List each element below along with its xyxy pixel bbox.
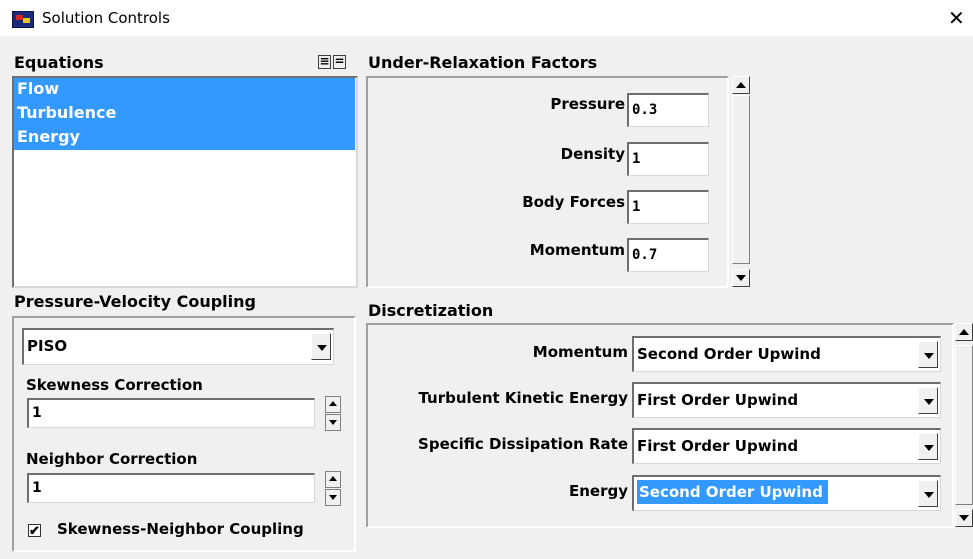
title-bar: Solution Controls ✕ [0,0,973,36]
scroll-thumb[interactable] [955,345,973,505]
urf-scrollbar[interactable] [731,76,751,288]
pv-scheme-value: PISO [27,337,68,355]
sdr-scheme-label: Specific Dissipation Rate [418,435,628,453]
neighbor-correction-label: Neighbor Correction [26,450,198,468]
deselect-all-icon[interactable]: = [333,55,346,69]
scroll-down-icon[interactable] [732,269,750,287]
skewness-stepper[interactable] [325,396,341,432]
pressure-label: Pressure [550,95,625,113]
density-label: Density [560,145,625,163]
body-forces-label: Body Forces [522,193,625,211]
list-item-turbulence[interactable]: Turbulence [14,102,355,126]
tke-scheme-label: Turbulent Kinetic Energy [418,389,628,407]
stepper-down-icon[interactable] [325,414,341,431]
chevron-down-icon[interactable] [311,333,331,360]
coupling-checkbox[interactable]: ✔ [28,524,41,537]
density-input[interactable]: 1 [627,142,709,176]
skewness-correction-input[interactable]: 1 [27,398,315,428]
pressure-input[interactable]: 0.3 [627,93,709,127]
energy-scheme-label: Energy [568,482,628,500]
scroll-up-icon[interactable] [955,323,973,341]
stepper-up-icon[interactable] [325,396,341,413]
equations-list[interactable]: Flow Turbulence Energy [12,76,358,288]
select-all-icon[interactable]: ≡ [318,55,331,69]
fluent-app-icon [12,11,34,28]
scroll-thumb[interactable] [732,95,750,264]
energy-scheme-dropdown[interactable]: Second Order Upwind [632,475,941,511]
chevron-down-icon[interactable] [918,433,938,460]
pv-coupling-header: Pressure-Velocity Coupling [14,292,256,311]
sdr-scheme-value: First Order Upwind [637,437,799,455]
tke-scheme-dropdown[interactable]: First Order Upwind [632,382,941,418]
tke-scheme-value: First Order Upwind [637,391,799,409]
sdr-scheme-dropdown[interactable]: First Order Upwind [632,428,941,464]
momentum-scheme-value: Second Order Upwind [637,345,821,363]
list-item-flow[interactable]: Flow [14,78,355,102]
momentum-scheme-label: Momentum [532,343,628,361]
momentum-scheme-dropdown[interactable]: Second Order Upwind [632,336,941,372]
pv-scheme-dropdown[interactable]: PISO [22,328,334,365]
chevron-down-icon[interactable] [918,387,938,414]
neighbor-stepper[interactable] [325,471,341,507]
discretization-header: Discretization [368,301,494,320]
coupling-checkbox-label: Skewness-Neighbor Coupling [57,520,304,538]
close-icon[interactable]: ✕ [948,6,965,30]
skewness-correction-label: Skewness Correction [26,376,203,394]
scroll-down-icon[interactable] [955,509,973,527]
scroll-up-icon[interactable] [732,76,750,94]
body-forces-input[interactable]: 1 [627,190,709,224]
chevron-down-icon[interactable] [918,480,938,507]
window-title: Solution Controls [42,9,170,27]
stepper-down-icon[interactable] [325,489,341,506]
momentum-urf-label: Momentum [529,241,625,259]
list-item-energy[interactable]: Energy [14,126,355,150]
momentum-urf-input[interactable]: 0.7 [627,238,709,272]
neighbor-correction-input[interactable]: 1 [27,473,315,503]
stepper-up-icon[interactable] [325,471,341,488]
chevron-down-icon[interactable] [918,341,938,368]
equations-header: Equations [14,53,104,72]
energy-scheme-value: Second Order Upwind [637,480,828,504]
discretization-scrollbar[interactable] [955,323,973,528]
urf-header: Under-Relaxation Factors [368,53,598,72]
